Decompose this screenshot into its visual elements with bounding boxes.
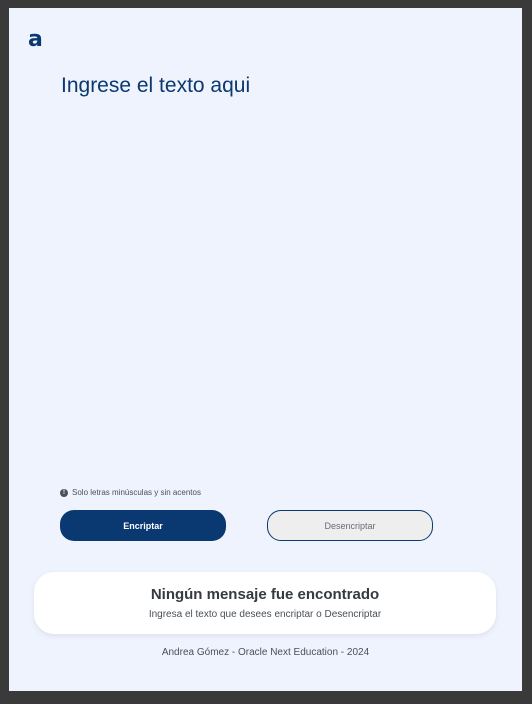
app-window: a ! Solo letras minúsculas y sin acentos…	[9, 8, 522, 691]
input-hint: ! Solo letras minúsculas y sin acentos	[60, 488, 201, 497]
logo: a	[28, 27, 43, 52]
output-panel: Ningún mensaje fue encontrado Ingresa el…	[34, 572, 496, 634]
footer-text: Andrea Gómez - Oracle Next Education - 2…	[161, 647, 370, 658]
hint-text: Solo letras minúsculas y sin acentos	[72, 488, 201, 497]
encrypt-button[interactable]: Encriptar	[60, 510, 226, 541]
info-icon: !	[60, 488, 68, 497]
decrypt-button[interactable]: Desencriptar	[267, 510, 433, 541]
output-title: Ningún mensaje fue encontrado	[150, 586, 380, 603]
text-input[interactable]	[59, 70, 469, 470]
output-subtitle: Ingresa el texto que desees encriptar o …	[148, 609, 382, 620]
